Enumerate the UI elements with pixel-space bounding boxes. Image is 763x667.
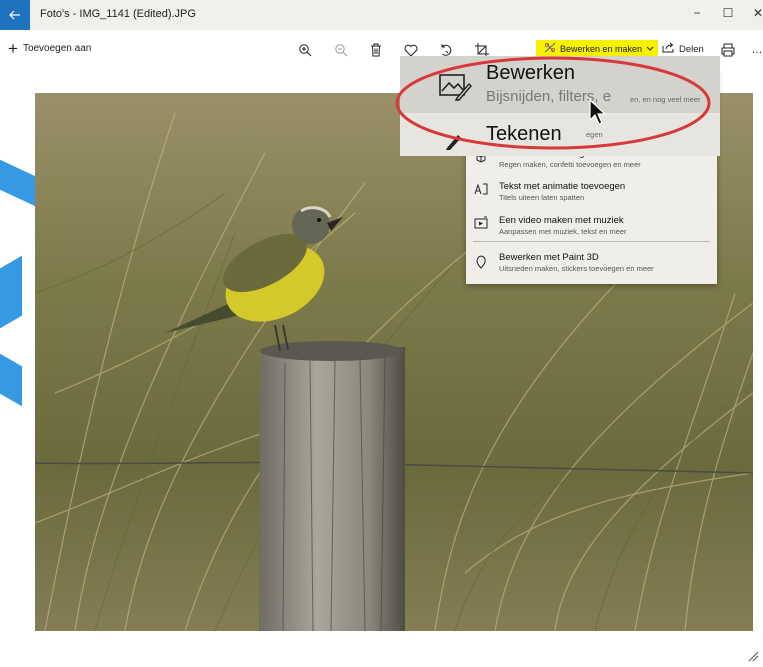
- chevron-down-icon: [646, 44, 654, 54]
- menu-item-subtitle: Titels uiteen laten spatten: [499, 193, 585, 202]
- annotation-ellipse: [395, 56, 711, 150]
- delete-icon[interactable]: [367, 41, 385, 59]
- menu-item-subtitle: Aanpassen met muziek, tekst en meer: [499, 227, 627, 236]
- share-label: Delen: [679, 43, 704, 55]
- print-icon[interactable]: [719, 41, 737, 59]
- plus-icon: +: [8, 38, 18, 58]
- menu-separator: [473, 241, 710, 242]
- more-button[interactable]: …: [748, 41, 763, 59]
- add-to-button[interactable]: + Toevoegen aan: [8, 38, 92, 58]
- maximize-button[interactable]: ☐: [718, 6, 738, 20]
- close-button[interactable]: ✕: [748, 6, 763, 20]
- paint3d-icon: [474, 255, 490, 271]
- title-bar: Foto's - IMG_1141 (Edited).JPG − ☐ ✕: [0, 0, 763, 30]
- zoom-in-icon[interactable]: [296, 41, 314, 59]
- zoom-out-icon[interactable]: [332, 41, 350, 59]
- mouse-cursor-icon: [589, 98, 607, 125]
- minimize-button[interactable]: −: [687, 6, 707, 20]
- edit-create-label: Bewerken en maken: [560, 43, 643, 54]
- animated-text-icon: [474, 182, 490, 198]
- resize-grip-icon[interactable]: [745, 648, 759, 667]
- menu-item-animated-text[interactable]: Tekst met animatie toevoegen Titels uite…: [466, 170, 717, 204]
- video-music-icon: [474, 216, 490, 232]
- menu-item-title: Tekst met animatie toevoegen: [499, 181, 626, 192]
- menu-item-video-music[interactable]: Een video maken met muziek Aanpassen met…: [466, 204, 717, 238]
- menu-item-title: Een video maken met muziek: [499, 215, 624, 226]
- watermark-shape: [0, 353, 22, 407]
- window-title: Foto's - IMG_1141 (Edited).JPG: [40, 8, 196, 20]
- watermark-shape: [0, 255, 22, 329]
- back-button[interactable]: [0, 0, 30, 30]
- arrow-left-icon: [9, 7, 21, 23]
- menu-item-subtitle: Uitsneden maken, stickers toevoegen en m…: [499, 264, 654, 273]
- menu-item-paint3d[interactable]: Bewerken met Paint 3D Uitsneden maken, s…: [466, 244, 717, 280]
- add-to-label: Toevoegen aan: [22, 43, 92, 54]
- menu-item-subtitle: Regen maken, confetti toevoegen en meer: [499, 160, 641, 169]
- menu-item-title: Bewerken met Paint 3D: [499, 252, 599, 263]
